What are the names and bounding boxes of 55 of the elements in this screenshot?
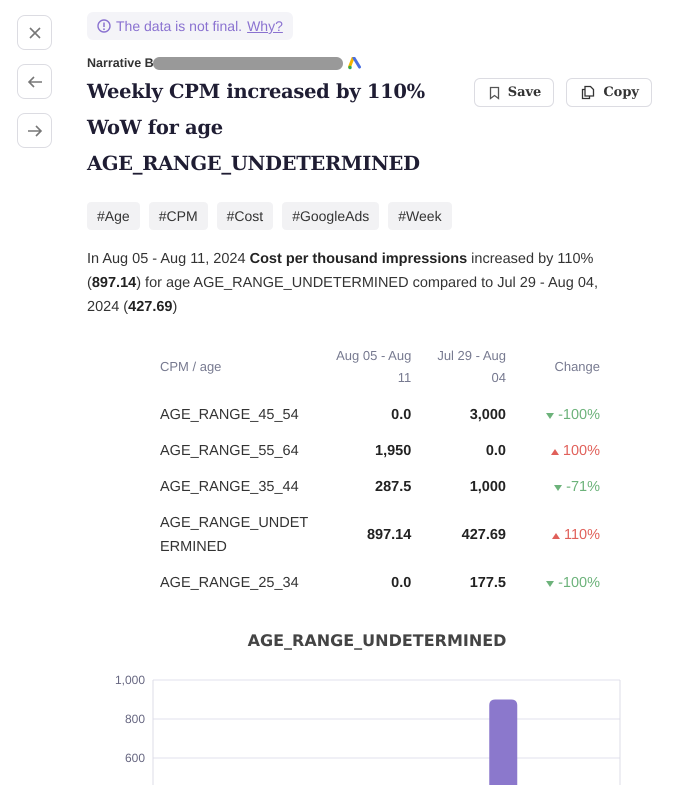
right-arrow-icon — [26, 124, 42, 138]
ads-logo-icon — [348, 56, 362, 70]
left-arrow-icon — [26, 74, 42, 88]
table-cell-text: 0.0 — [390, 406, 412, 425]
table-cell-text: 0.0 — [484, 442, 506, 461]
bookmark-icon — [488, 86, 500, 100]
table-cell-text: AGE_RANGE_UNDETERMINED — [160, 514, 310, 557]
y-tick-label: 600 — [124, 751, 145, 765]
table-cell-text: 1,000 — [468, 478, 506, 497]
table-cell: 427.69 — [411, 505, 506, 565]
copy-button[interactable]: Copy — [566, 78, 652, 107]
save-button[interactable]: Save — [474, 78, 554, 107]
forward-button[interactable] — [17, 113, 52, 148]
source-name: Narrative B — [87, 56, 154, 70]
table-cell-text: AGE_RANGE_35_44 — [160, 478, 300, 497]
change-value: -100% — [506, 565, 600, 601]
hashtag-chip[interactable]: #Cost — [216, 202, 274, 230]
column-header: Aug 05 - Aug 11 — [335, 347, 412, 387]
column-header: Change — [506, 345, 600, 397]
down-triangle-icon — [554, 485, 562, 491]
table-cell-text: 287.5 — [374, 478, 412, 497]
insight-title: Weekly CPM increased by 110% WoW for age AGE_RANGE_UNDETERMINED — [87, 79, 426, 177]
table-cell-text: 897.14 — [366, 526, 412, 545]
table-cell-text: AGE_RANGE_45_54 — [160, 406, 300, 425]
change-value: -100% — [506, 397, 600, 433]
change-value: 110% — [506, 505, 600, 565]
table-cell-text: 1,950 — [374, 442, 412, 461]
column-header: CPM / age — [160, 358, 222, 376]
hashtag-chip[interactable]: #GoogleAds — [282, 202, 380, 230]
down-triangle-icon — [546, 413, 554, 419]
hashtag-chip[interactable]: #Week — [388, 202, 452, 230]
down-triangle-icon — [546, 581, 554, 587]
table-cell-text: AGE_RANGE_25_34 — [160, 574, 300, 593]
y-tick-label: 800 — [124, 712, 145, 726]
info-icon — [97, 19, 111, 33]
chart-title: AGE_RANGE_UNDETERMINED — [246, 631, 508, 650]
hashtag-chip[interactable]: #Age — [87, 202, 140, 230]
change-value: -71% — [506, 469, 600, 505]
y-tick-label: 1,000 — [114, 673, 145, 687]
column-header: Jul 29 - Aug 04 — [436, 347, 506, 387]
why-link[interactable]: Why? — [247, 18, 283, 34]
notice-text: The data is not final. — [116, 18, 242, 34]
back-button[interactable] — [17, 64, 52, 99]
change-value: 100% — [506, 433, 600, 469]
hashtag-chip[interactable]: #CPM — [148, 202, 208, 230]
table-cell-text: AGE_RANGE_55_64 — [160, 442, 300, 461]
table-cell-text: 3,000 — [468, 406, 506, 425]
table-cell-text: 177.5 — [468, 574, 506, 593]
table-cell-text: 0.0 — [390, 574, 412, 593]
close-icon — [28, 26, 42, 40]
copy-icon — [581, 85, 596, 100]
up-triangle-icon — [552, 533, 560, 539]
close-button[interactable] — [17, 15, 52, 50]
summary-text: In Aug 05 - Aug 11, 2024 Cost per thousand impressions increased by 110% (897.14) for age AGE_RANGE_UNDETERMINED compared to Jul 29 - Aug 04, 2024 (427.69) — [87, 250, 599, 317]
up-triangle-icon — [550, 449, 559, 455]
